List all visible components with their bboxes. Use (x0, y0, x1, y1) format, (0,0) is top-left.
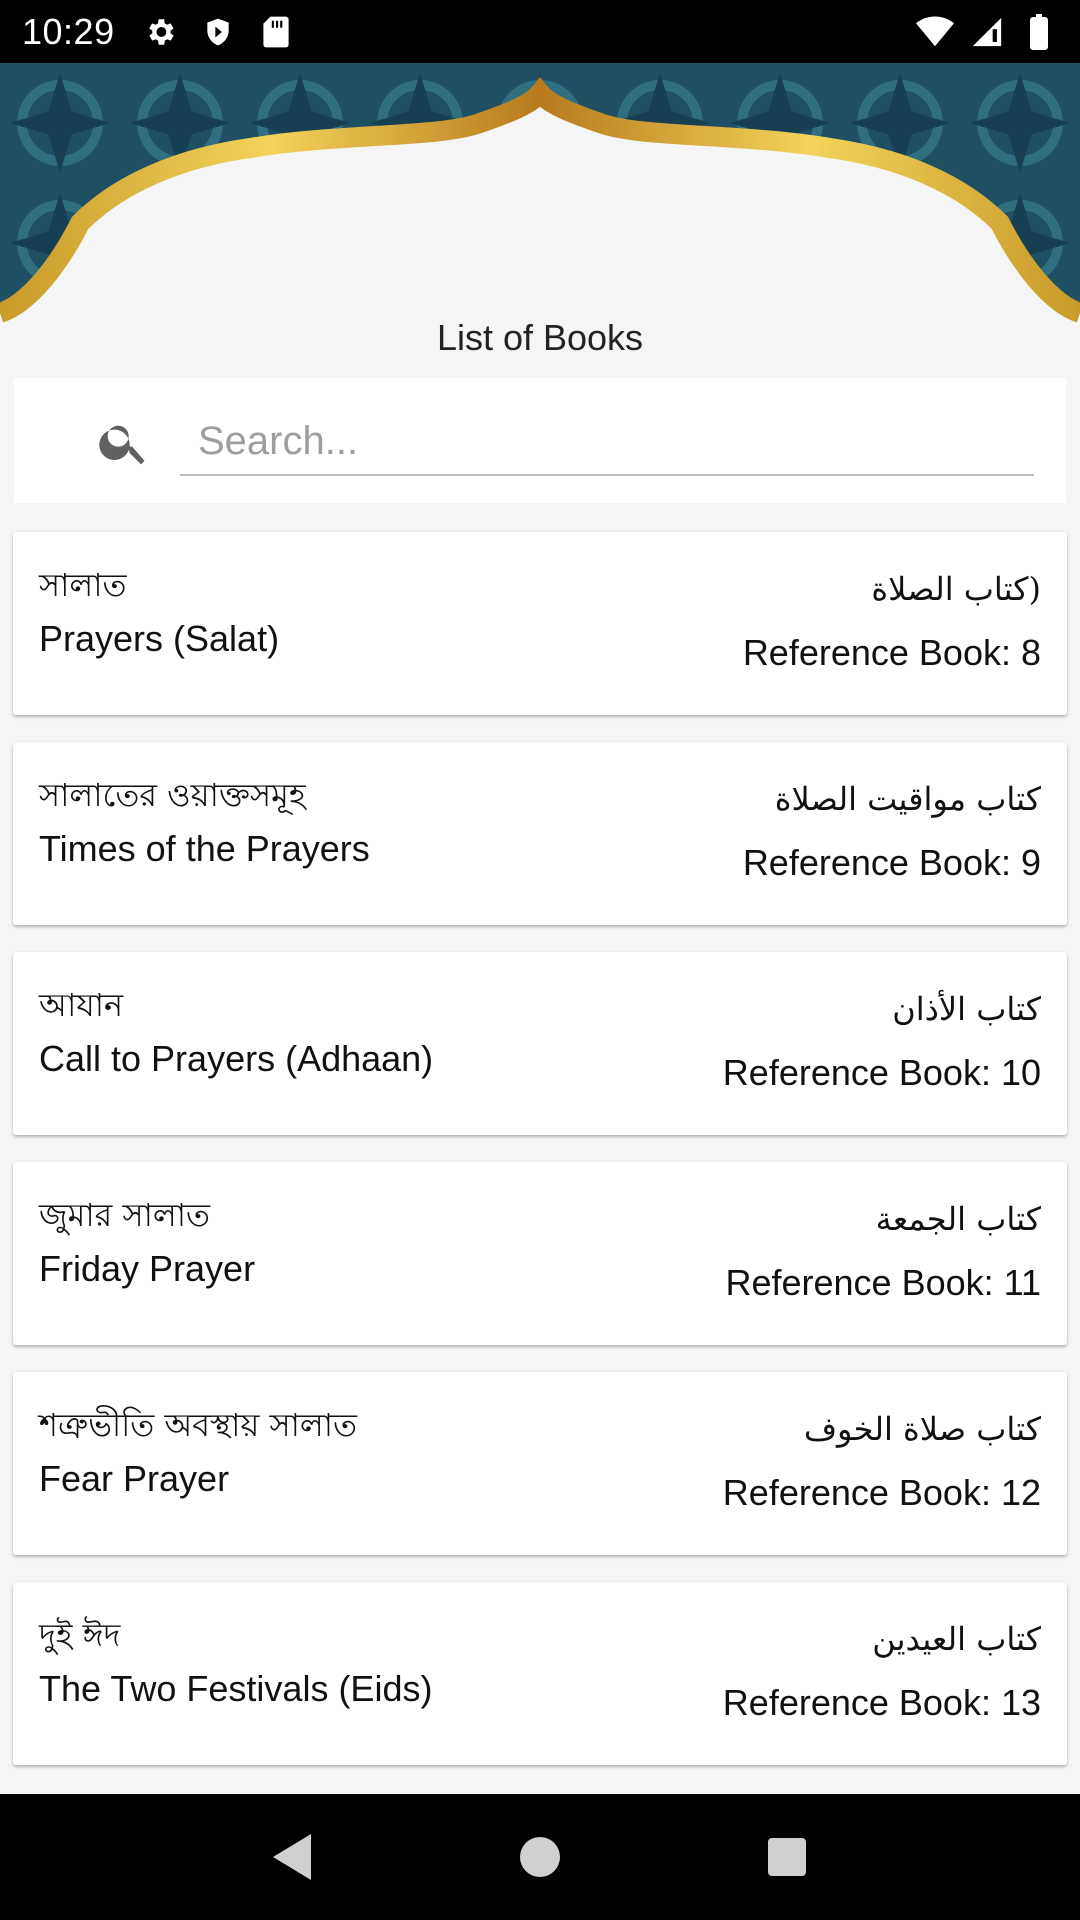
book-title-english: Call to Prayers (Adhaan) (39, 1038, 434, 1079)
book-title-arabic: كتاب العيدين (872, 1620, 1041, 1658)
reference-book-label: Reference Book: 10 (722, 1052, 1041, 1093)
page-title: List of Books (436, 317, 644, 358)
reference-book-label: Reference Book: 11 (725, 1262, 1041, 1303)
book-title-bengali: শত্রুভীতি অবস্থায় সালাত (39, 1406, 358, 1444)
navigation-bar (0, 1794, 1080, 1920)
book-title-arabic: كتاب مواقيت الصلاة (774, 780, 1041, 818)
book-title-arabic: (كتاب الصلاة (871, 570, 1041, 608)
back-icon[interactable] (253, 1817, 333, 1897)
wifi-icon (916, 13, 954, 51)
search-bar (14, 378, 1066, 503)
list-item[interactable]: শত্রুভীতি অবস্থায় সালাত Fear Prayer كتا… (13, 1372, 1067, 1555)
list-item[interactable]: দুই ঈদ The Two Festivals (Eids) كتاب الع… (13, 1582, 1067, 1765)
book-title-english: Times of the Prayers (39, 828, 370, 869)
book-title-bengali: আযান (39, 986, 124, 1024)
status-time: 10:29 (22, 10, 115, 52)
list-item[interactable]: আযান Call to Prayers (Adhaan) كتاب الأذا… (13, 952, 1067, 1135)
list-item[interactable]: সালাতের ওয়াক্তসমূহ Times of the Prayers… (13, 742, 1067, 925)
reference-book-label: Reference Book: 9 (742, 842, 1041, 883)
battery-icon (1020, 13, 1058, 51)
book-title-arabic: كتاب الجمعة (875, 1200, 1041, 1238)
book-title-english: The Two Festivals (Eids) (39, 1668, 433, 1709)
home-icon[interactable] (500, 1817, 580, 1897)
shield-icon (199, 13, 237, 51)
reference-book-label: Reference Book: 13 (722, 1682, 1041, 1723)
reference-book-label: Reference Book: 12 (722, 1472, 1041, 1513)
recents-icon[interactable] (747, 1817, 827, 1897)
signal-icon (968, 13, 1006, 51)
search-input[interactable] (180, 408, 1034, 476)
book-title-bengali: দুই ঈদ (39, 1616, 121, 1654)
book-title-english: Prayers (Salat) (39, 618, 280, 659)
book-title-english: Fear Prayer (39, 1458, 230, 1499)
book-title-english: Friday Prayer (39, 1248, 256, 1289)
book-title-arabic: كتاب صلاة الخوف (803, 1410, 1041, 1448)
list-item[interactable]: জুমার সালাত Friday Prayer كتاب الجمعة Re… (13, 1162, 1067, 1345)
reference-book-label: Reference Book: 8 (742, 632, 1041, 673)
search-icon[interactable] (96, 414, 152, 470)
book-title-bengali: সালাতের ওয়াক্তসমূহ (39, 776, 306, 814)
status-bar: 10:29 (0, 0, 1080, 63)
book-title-bengali: সালাত (39, 566, 127, 604)
book-title-arabic: كتاب الأذان (892, 990, 1041, 1028)
gear-icon (141, 13, 179, 51)
sd-card-icon (257, 13, 295, 51)
list-item[interactable]: সালাত Prayers (Salat) (كتاب الصلاة Refer… (13, 532, 1067, 715)
book-list: সালাত Prayers (Salat) (كتاب الصلاة Refer… (13, 532, 1067, 1792)
book-title-bengali: জুমার সালাত (39, 1196, 211, 1234)
